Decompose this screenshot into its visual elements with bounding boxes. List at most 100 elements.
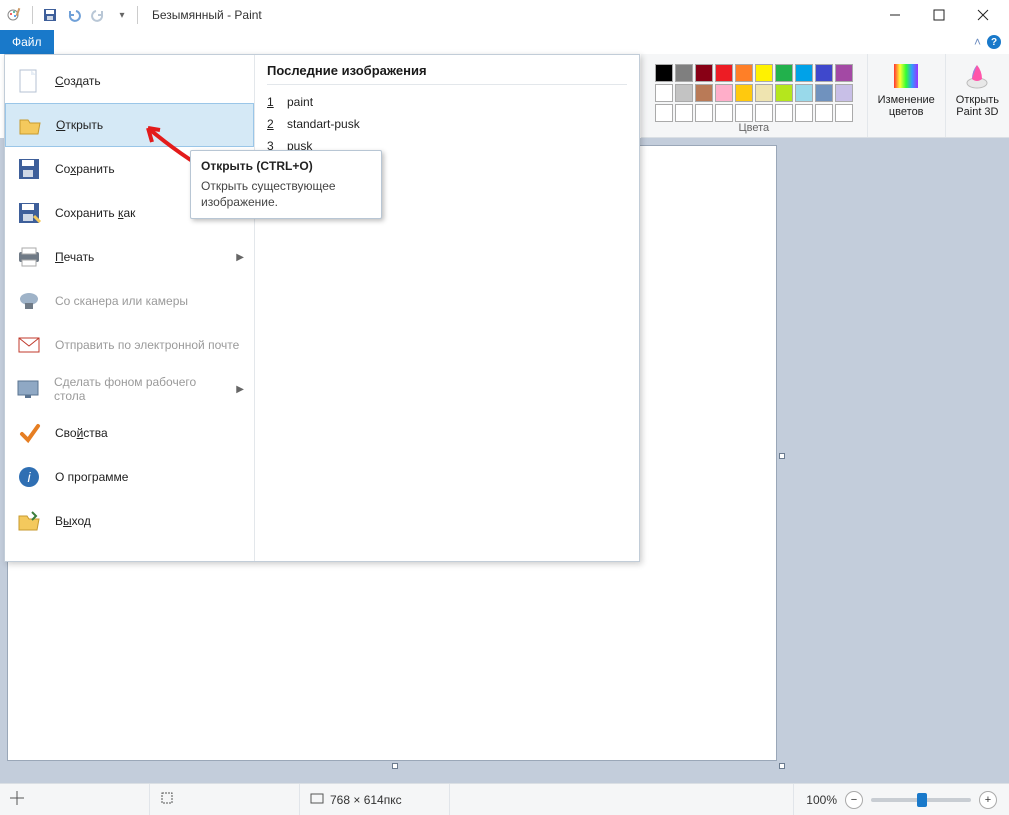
- resize-handle-corner[interactable]: [779, 763, 785, 769]
- zoom-slider[interactable]: [871, 798, 971, 802]
- recent-file-item[interactable]: 2standart-pusk: [267, 113, 627, 135]
- edit-colors-button[interactable]: Изменение цветов: [874, 58, 939, 120]
- file-menu-item[interactable]: Открыть: [5, 103, 254, 147]
- color-swatch[interactable]: [675, 84, 693, 102]
- window-title: Безымянный - Paint: [152, 8, 262, 22]
- color-swatch-empty[interactable]: [755, 104, 773, 122]
- file-menu-item-label: Сохранить: [55, 162, 115, 176]
- file-menu-item-label: О программе: [55, 470, 128, 484]
- file-menu-recent: Последние изображения 1paint2standart-pu…: [255, 55, 639, 561]
- resize-handle-right[interactable]: [779, 453, 785, 459]
- image-size-icon: [310, 791, 324, 808]
- recent-file-number: 1: [267, 95, 277, 109]
- file-menu-item-icon: [15, 199, 43, 227]
- file-menu-item-icon: [15, 331, 43, 359]
- color-swatch[interactable]: [835, 84, 853, 102]
- color-swatch[interactable]: [695, 64, 713, 82]
- ribbon-colors-section: Цвета Изменение цветов Открыть Paint 3D: [641, 54, 1009, 138]
- file-menu: СоздатьОткрытьСохранитьСохранить как▶Печ…: [4, 54, 640, 562]
- paint-app-icon[interactable]: [4, 4, 26, 26]
- file-menu-item-icon: [15, 375, 42, 403]
- status-selection-size: [150, 784, 300, 815]
- file-menu-item: Сделать фоном рабочего стола ▶: [5, 367, 254, 411]
- ribbon-right-controls: ˄ ?: [974, 30, 1009, 54]
- color-swatch[interactable]: [735, 64, 753, 82]
- zoom-level: 100%: [806, 793, 837, 807]
- color-swatch[interactable]: [815, 64, 833, 82]
- file-menu-item[interactable]: Печать▶: [5, 235, 254, 279]
- color-swatch[interactable]: [775, 64, 793, 82]
- file-menu-item-icon: [15, 243, 43, 271]
- file-menu-item-icon: [15, 507, 43, 535]
- file-menu-item-label: Создать: [55, 74, 101, 88]
- file-menu-item-label: Сохранить как: [55, 206, 135, 220]
- color-swatch-empty[interactable]: [795, 104, 813, 122]
- file-tab[interactable]: Файл: [0, 30, 54, 54]
- zoom-slider-thumb[interactable]: [917, 793, 927, 807]
- minimize-button[interactable]: [873, 1, 917, 29]
- color-swatch-empty[interactable]: [695, 104, 713, 122]
- color-swatch[interactable]: [715, 84, 733, 102]
- file-menu-item[interactable]: Свойства: [5, 411, 254, 455]
- selection-size-icon: [160, 791, 174, 808]
- color-swatch[interactable]: [655, 64, 673, 82]
- color-swatch[interactable]: [775, 84, 793, 102]
- quick-access-toolbar: ▾: [4, 4, 133, 26]
- edit-colors-label: Изменение цветов: [878, 94, 935, 118]
- color-swatch-empty[interactable]: [835, 104, 853, 122]
- tooltip: Открыть (CTRL+O) Открыть существующее из…: [190, 150, 382, 219]
- paint3d-label: Открыть Paint 3D: [956, 94, 999, 118]
- collapse-ribbon-icon[interactable]: ˄: [974, 35, 981, 49]
- zoom-in-button[interactable]: +: [979, 791, 997, 809]
- file-menu-item[interactable]: iО программе: [5, 455, 254, 499]
- image-dimensions: 768 × 614пкс: [330, 793, 402, 807]
- maximize-button[interactable]: [917, 1, 961, 29]
- redo-icon[interactable]: [87, 4, 109, 26]
- close-button[interactable]: [961, 1, 1005, 29]
- color-swatch[interactable]: [715, 64, 733, 82]
- file-menu-item-icon: [15, 287, 43, 315]
- color-swatch[interactable]: [835, 64, 853, 82]
- zoom-out-button[interactable]: −: [845, 791, 863, 809]
- save-icon[interactable]: [39, 4, 61, 26]
- file-menu-item-label: Открыть: [56, 118, 103, 132]
- color-swatch[interactable]: [815, 84, 833, 102]
- file-menu-item-label: Сделать фоном рабочего стола: [54, 375, 224, 403]
- file-menu-item-icon: [16, 111, 44, 139]
- file-menu-item-label: Отправить по электронной почте: [55, 338, 239, 352]
- file-menu-item[interactable]: Создать: [5, 59, 254, 103]
- help-icon[interactable]: ?: [987, 35, 1001, 49]
- submenu-arrow-icon: ▶: [236, 384, 244, 395]
- recent-file-name: paint: [287, 95, 313, 109]
- color-swatch[interactable]: [755, 64, 773, 82]
- color-swatch-empty[interactable]: [735, 104, 753, 122]
- color-swatch[interactable]: [675, 64, 693, 82]
- file-menu-item[interactable]: Выход: [5, 499, 254, 543]
- color-swatch[interactable]: [795, 64, 813, 82]
- submenu-arrow-icon: ▶: [236, 252, 244, 263]
- color-swatch[interactable]: [735, 84, 753, 102]
- recent-file-item[interactable]: 1 paint: [267, 91, 627, 113]
- qat-customize-icon[interactable]: ▾: [111, 4, 133, 26]
- file-menu-item-label: Выход: [55, 514, 91, 528]
- color-swatch-empty[interactable]: [815, 104, 833, 122]
- color-swatch-empty[interactable]: [715, 104, 733, 122]
- file-menu-item: Отправить по электронной почте: [5, 323, 254, 367]
- file-menu-item-label: Со сканера или камеры: [55, 294, 188, 308]
- open-paint3d-button[interactable]: Открыть Paint 3D: [952, 58, 1003, 120]
- cursor-pos-icon: [10, 791, 24, 808]
- color-swatch[interactable]: [795, 84, 813, 102]
- status-filesize: [450, 784, 794, 815]
- file-menu-item-icon: [15, 155, 43, 183]
- undo-icon[interactable]: [63, 4, 85, 26]
- colors-group-label: Цвета: [738, 122, 769, 136]
- color-swatch-empty[interactable]: [675, 104, 693, 122]
- color-swatch[interactable]: [755, 84, 773, 102]
- color-swatch-empty[interactable]: [655, 104, 673, 122]
- color-swatch-empty[interactable]: [775, 104, 793, 122]
- resize-handle-bottom[interactable]: [392, 763, 398, 769]
- color-swatch[interactable]: [695, 84, 713, 102]
- tooltip-title: Открыть (CTRL+O): [201, 159, 371, 173]
- paint3d-icon: [961, 60, 993, 92]
- color-swatch[interactable]: [655, 84, 673, 102]
